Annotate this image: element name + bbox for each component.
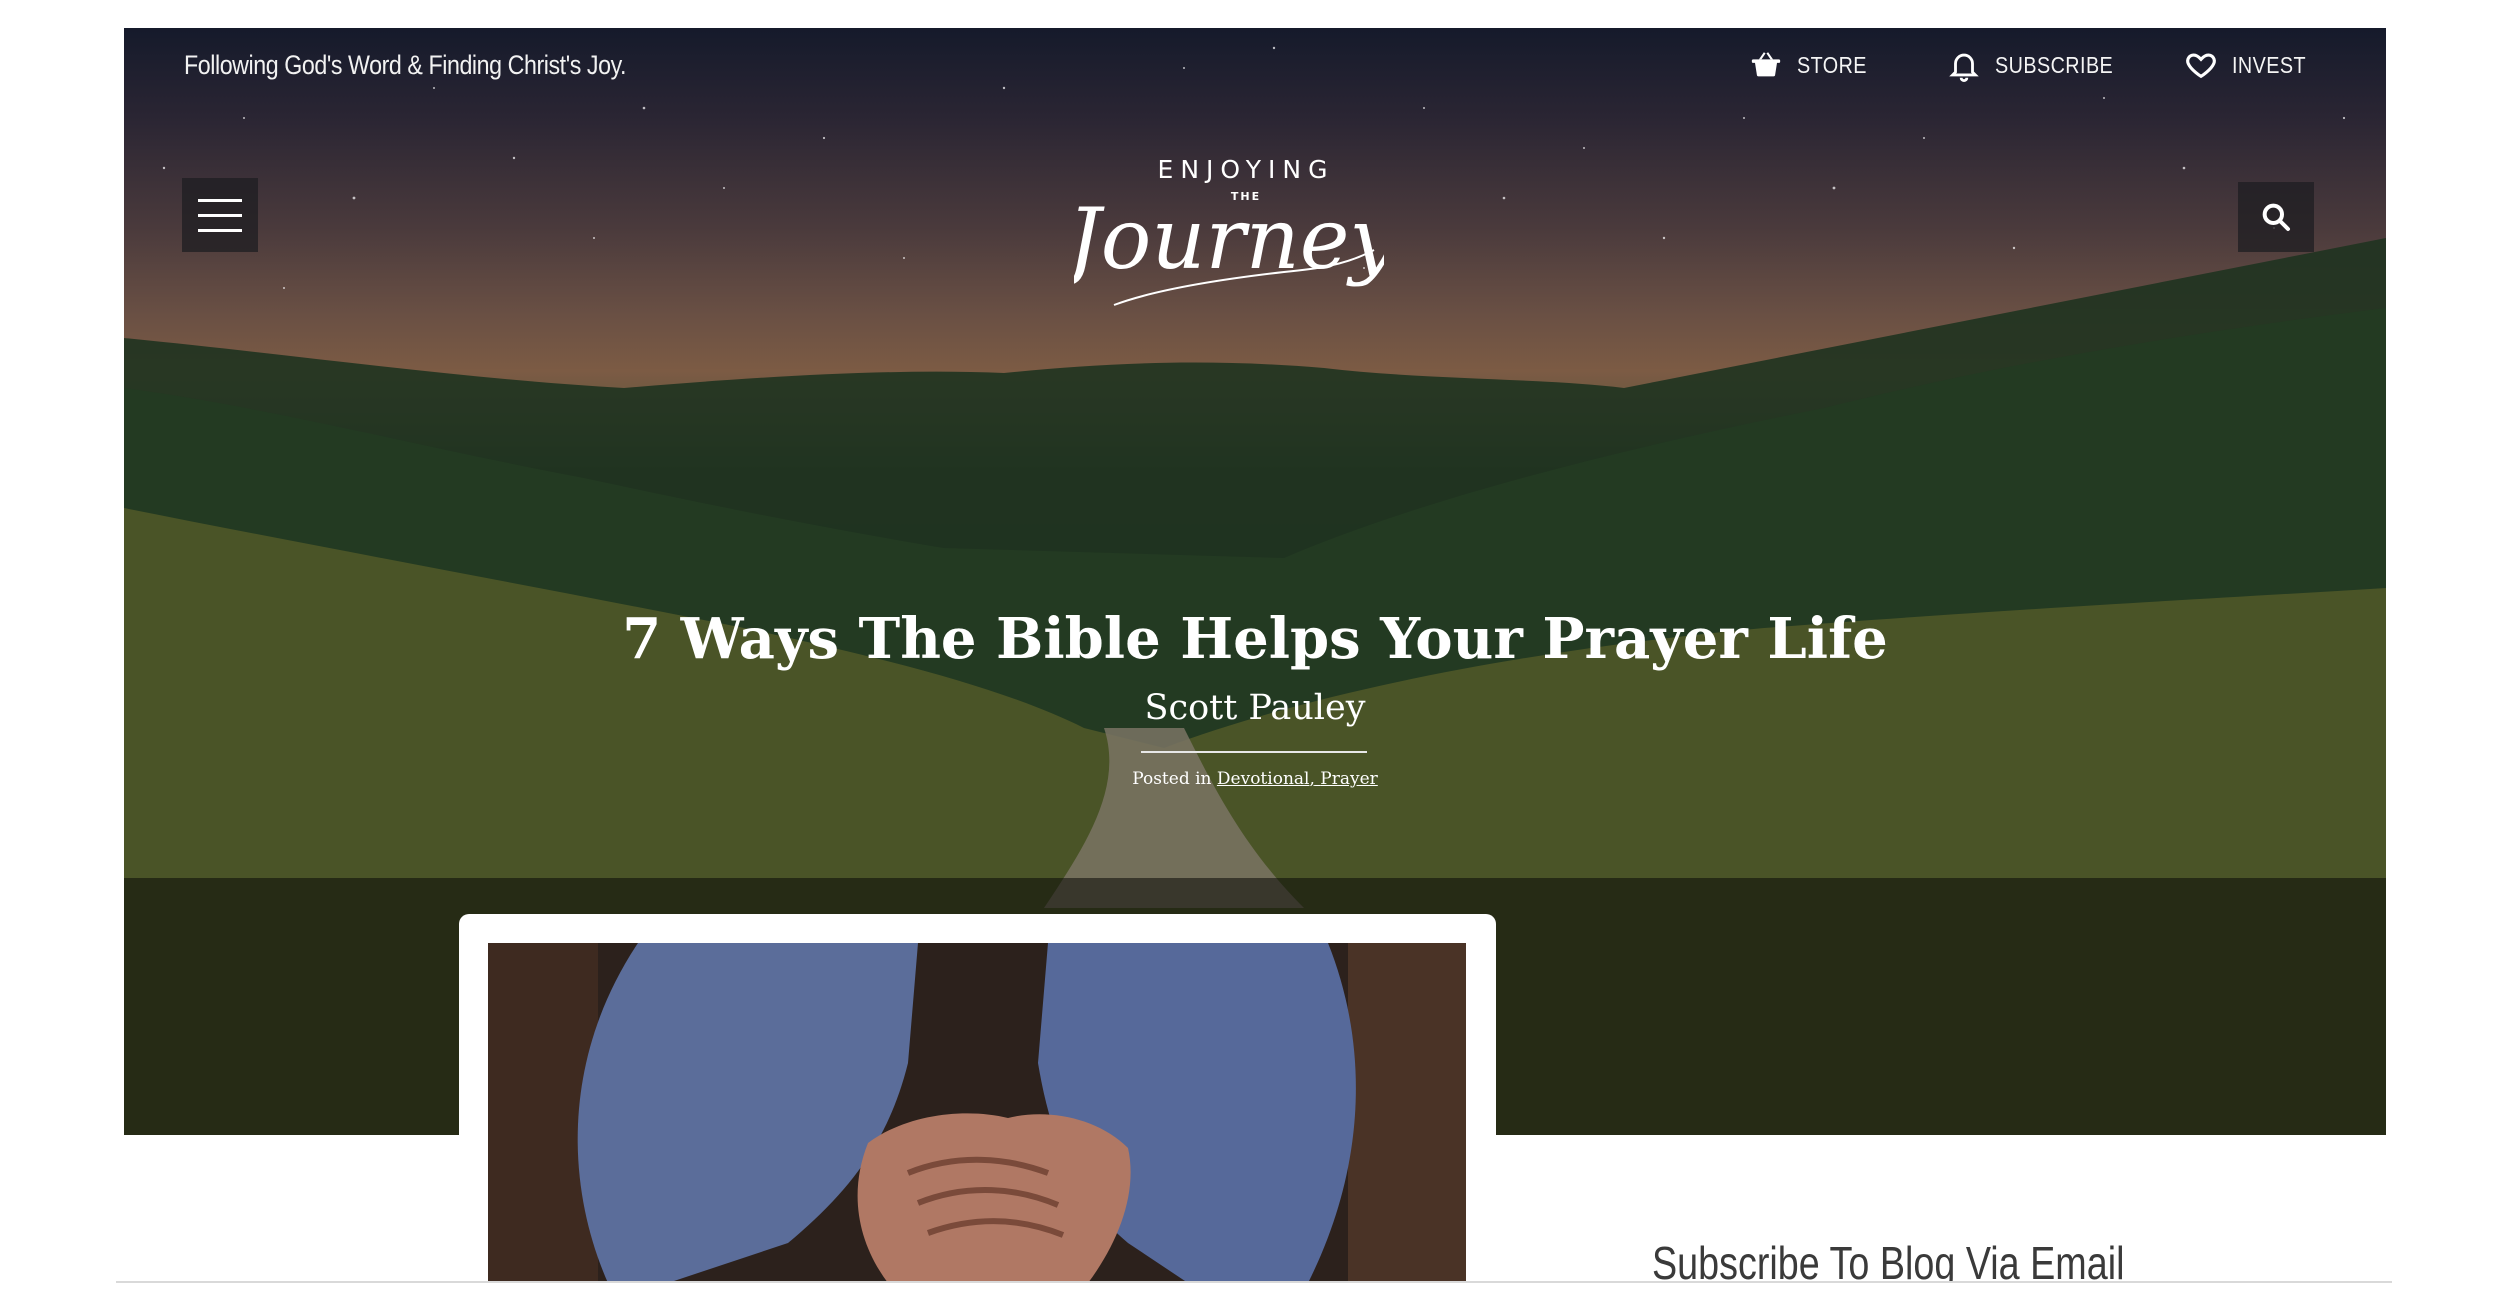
menu-bar bbox=[198, 198, 242, 202]
posted-in-label: Posted in bbox=[1132, 769, 1212, 789]
praying-hands-image bbox=[488, 943, 1466, 1283]
invest-link[interactable]: INVEST bbox=[2184, 48, 2318, 82]
post-meta: Posted in Devotional, Prayer bbox=[124, 769, 2386, 789]
category-link-prayer[interactable]: Prayer bbox=[1320, 769, 1378, 789]
invest-label: INVEST bbox=[2232, 51, 2307, 78]
store-link[interactable]: STORE bbox=[1749, 48, 1878, 82]
hamburger-menu-button[interactable] bbox=[182, 178, 258, 252]
featured-image bbox=[488, 943, 1466, 1283]
store-label: STORE bbox=[1797, 51, 1867, 78]
category-link-devotional[interactable]: Devotional, Prayer bbox=[1217, 769, 1378, 789]
heart-icon bbox=[2186, 53, 2216, 79]
search-button[interactable] bbox=[2238, 182, 2314, 252]
search-icon bbox=[2262, 203, 2290, 231]
page-bottom-edge bbox=[0, 1283, 2500, 1299]
logo-line3: Journey bbox=[1074, 190, 1384, 288]
basket-icon bbox=[1751, 52, 1781, 77]
menu-bar bbox=[198, 213, 242, 217]
logo-line1: ENJOYING bbox=[1158, 155, 1335, 184]
site-logo[interactable]: ENJOYING THE Journey bbox=[1074, 140, 1384, 320]
bell-icon bbox=[1949, 53, 1979, 82]
subscribe-link[interactable]: SUBSCRIBE bbox=[1947, 48, 2132, 82]
menu-bar bbox=[198, 228, 242, 232]
site-tagline: Following God's Word & Finding Christ's … bbox=[184, 50, 627, 80]
subscribe-label: SUBSCRIBE bbox=[1995, 51, 2114, 78]
title-divider bbox=[1141, 751, 1367, 753]
post-title: 7 Ways The Bible Helps Your Prayer Life bbox=[622, 606, 1888, 672]
post-author: Scott Pauley bbox=[1144, 688, 1366, 728]
